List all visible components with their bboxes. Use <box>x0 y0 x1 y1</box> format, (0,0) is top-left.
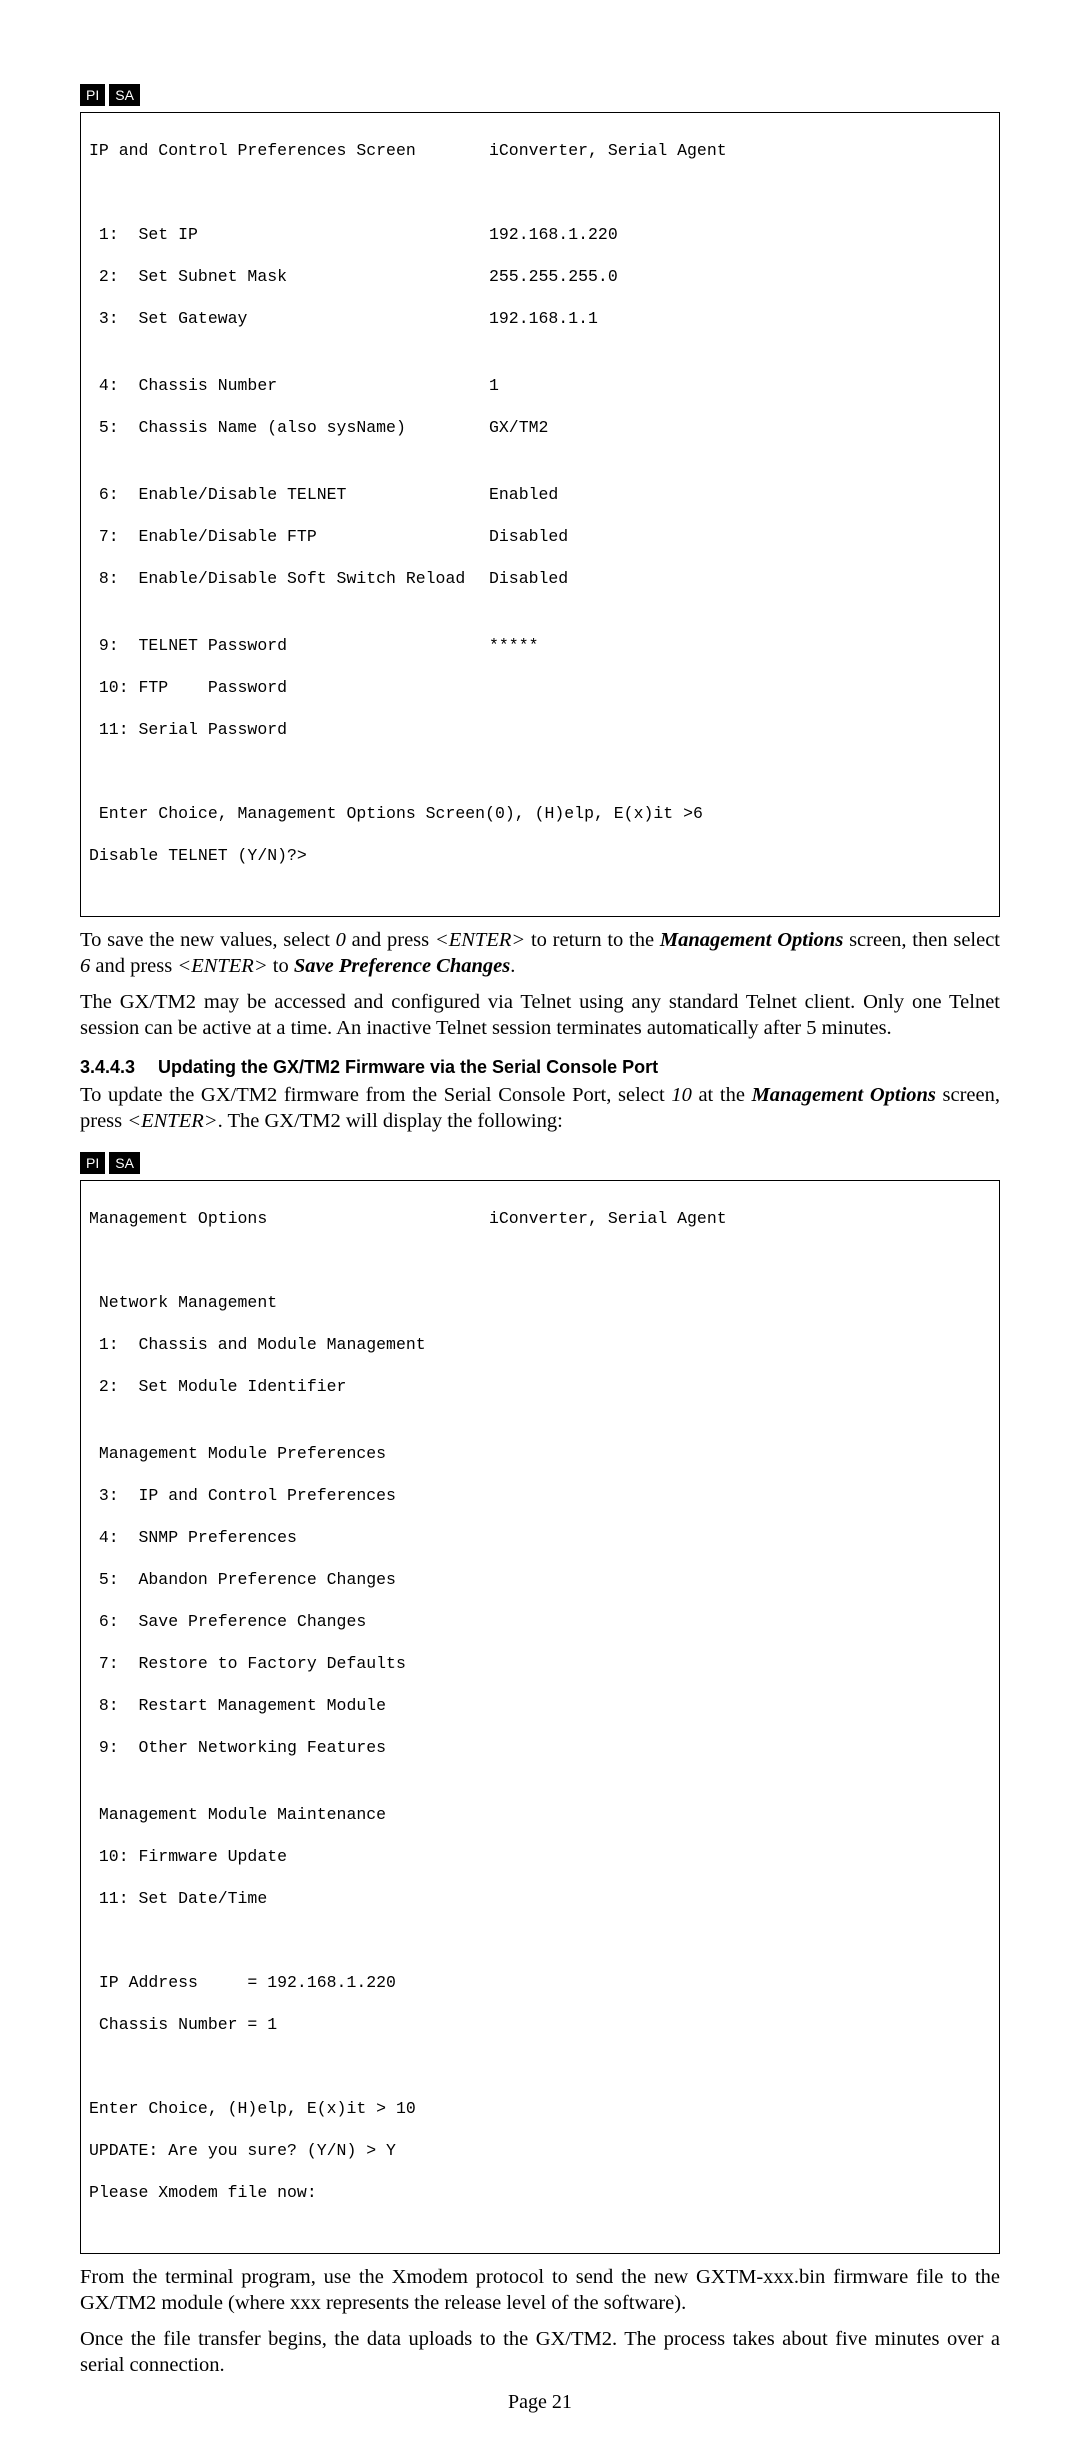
heading-number: 3.4.4.3 <box>80 1057 158 1078</box>
body-paragraph: To update the GX/TM2 firmware from the S… <box>80 1082 1000 1134</box>
italic-key: 10 <box>671 1084 692 1106</box>
term-row: 6: Enable/Disable TELNET <box>89 484 489 505</box>
text: to <box>268 955 294 977</box>
term-line: 1: Chassis and Module Management <box>89 1334 991 1355</box>
term-val: 192.168.1.1 <box>489 308 991 329</box>
bold-italic-term: Save Preference Changes <box>294 955 510 977</box>
term-val: Disabled <box>489 526 991 547</box>
term-row: 5: Chassis Name (also sysName) <box>89 417 489 438</box>
term-line: 5: Abandon Preference Changes <box>89 1569 991 1590</box>
term-row: 7: Enable/Disable FTP <box>89 526 489 547</box>
term-line: 7: Restore to Factory Defaults <box>89 1653 991 1674</box>
text: . <box>510 955 515 977</box>
tag-sa: SA <box>109 84 140 106</box>
term-line: IP Address = 192.168.1.220 <box>89 1972 991 1993</box>
text: To update the GX/TM2 firmware from the S… <box>80 1084 671 1106</box>
body-paragraph: From the terminal program, use the Xmode… <box>80 2264 1000 2316</box>
term-footer: Disable TELNET (Y/N)?> <box>89 845 991 866</box>
term-line: 2: Set Module Identifier <box>89 1376 991 1397</box>
term-line: 6: Save Preference Changes <box>89 1611 991 1632</box>
term-row: 1: Set IP <box>89 224 489 245</box>
term-footer: Please Xmodem file now: <box>89 2182 991 2203</box>
term-line: Management Module Maintenance <box>89 1804 991 1825</box>
term-val: Disabled <box>489 568 991 589</box>
terminal-ip-control-preferences: IP and Control Preferences ScreeniConver… <box>80 112 1000 917</box>
term-footer: UPDATE: Are you sure? (Y/N) > Y <box>89 2140 991 2161</box>
text: To save the new values, select <box>80 929 336 951</box>
italic-key: <ENTER> <box>177 955 267 977</box>
bold-italic-term: Management Options <box>752 1084 936 1106</box>
term-line: 8: Restart Management Module <box>89 1695 991 1716</box>
term-row: 2: Set Subnet Mask <box>89 266 489 287</box>
term-line: Chassis Number = 1 <box>89 2014 991 2035</box>
term-val: Enabled <box>489 484 991 505</box>
term-val: 192.168.1.220 <box>489 224 991 245</box>
section-heading: 3.4.4.3Updating the GX/TM2 Firmware via … <box>80 1057 1000 1078</box>
terminal-management-options: Management OptionsiConverter, Serial Age… <box>80 1180 1000 2254</box>
italic-key: <ENTER> <box>127 1110 217 1132</box>
term-val: 255.255.255.0 <box>489 266 991 287</box>
italic-key: <ENTER> <box>435 929 525 951</box>
term-line: Network Management <box>89 1292 991 1313</box>
tag-pi: PI <box>80 1152 105 1174</box>
term-footer: Enter Choice, Management Options Screen(… <box>89 803 991 824</box>
text: and press <box>346 929 435 951</box>
term-line: 9: Other Networking Features <box>89 1737 991 1758</box>
term-footer: Enter Choice, (H)elp, E(x)it > 10 <box>89 2098 991 2119</box>
term-line: 4: SNMP Preferences <box>89 1527 991 1548</box>
term-line: 10: Firmware Update <box>89 1846 991 1867</box>
terminal-title-left: Management Options <box>89 1208 489 1229</box>
terminal-title-right: iConverter, Serial Agent <box>489 1208 991 1229</box>
text: to return to the <box>525 929 660 951</box>
tag-pi: PI <box>80 84 105 106</box>
term-row: 3: Set Gateway <box>89 308 489 329</box>
term-line: Management Module Preferences <box>89 1443 991 1464</box>
page-number: Page 21 <box>0 2391 1080 2414</box>
text: . The GX/TM2 will display the following: <box>218 1110 563 1132</box>
term-row: 8: Enable/Disable Soft Switch Reload <box>89 568 489 589</box>
tag-row: PI SA <box>80 84 1000 106</box>
term-line: 3: IP and Control Preferences <box>89 1485 991 1506</box>
term-line: 11: Set Date/Time <box>89 1888 991 1909</box>
body-paragraph: Once the file transfer begins, the data … <box>80 2326 1000 2378</box>
terminal-title-right: iConverter, Serial Agent <box>489 140 991 161</box>
heading-text: Updating the GX/TM2 Firmware via the Ser… <box>158 1057 658 1077</box>
term-row: 10: FTP Password <box>89 677 991 698</box>
italic-key: 0 <box>336 929 346 951</box>
bold-italic-term: Management Options <box>660 929 843 951</box>
term-val: 1 <box>489 375 991 396</box>
body-paragraph: To save the new values, select 0 and pre… <box>80 927 1000 979</box>
text: at the <box>692 1084 752 1106</box>
term-val: GX/TM2 <box>489 417 991 438</box>
terminal-title-left: IP and Control Preferences Screen <box>89 140 489 161</box>
text: screen, then select <box>843 929 1000 951</box>
document-page: PI SA IP and Control Preferences Screeni… <box>0 0 1080 2448</box>
term-val: ***** <box>489 635 991 656</box>
body-paragraph: The GX/TM2 may be accessed and configure… <box>80 989 1000 1041</box>
term-row: 4: Chassis Number <box>89 375 489 396</box>
tag-row: PI SA <box>80 1152 1000 1174</box>
text: and press <box>90 955 177 977</box>
term-row: 9: TELNET Password <box>89 635 489 656</box>
tag-sa: SA <box>109 1152 140 1174</box>
italic-key: 6 <box>80 955 90 977</box>
term-row: 11: Serial Password <box>89 719 991 740</box>
